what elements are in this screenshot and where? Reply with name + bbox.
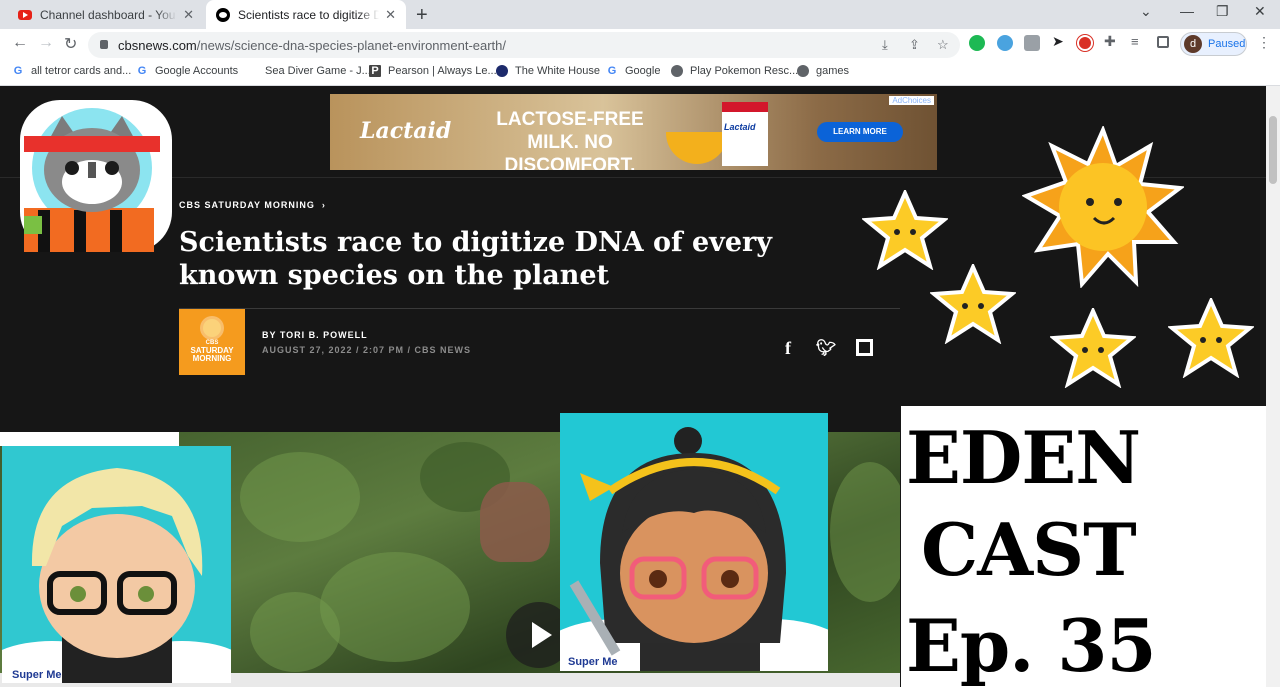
cbs-icon <box>216 7 230 22</box>
video-hand-image <box>480 482 550 562</box>
bookmark-item[interactable]: G Google Accounts <box>136 65 238 77</box>
menu-kebab-icon[interactable]: ⋮ <box>1257 34 1271 51</box>
super-me-watermark: Super Me <box>12 669 62 681</box>
bookmark-item[interactable]: P Pearson | Always Le... <box>369 65 497 77</box>
close-tab-icon[interactable]: ✕ <box>385 7 396 23</box>
bookmark-item[interactable]: Gall tetror cards and... <box>12 65 132 77</box>
youtube-icon <box>18 9 32 20</box>
profile-button[interactable]: d Paused <box>1180 32 1247 56</box>
google-icon: G <box>137 65 147 77</box>
tab-youtube-studio[interactable]: Channel dashboard - YouTube Studio ✕ <box>8 0 204 29</box>
learn-more-button[interactable]: LEARN MORE <box>817 122 903 142</box>
address-bar[interactable]: cbsnews.com/news/science-dna-species-pla… <box>88 32 960 58</box>
bookmarks-bar: Gall tetror cards and... G Google Account… <box>0 60 1280 86</box>
globe-icon <box>797 65 809 77</box>
twitter-share-icon[interactable]: 🐦︎ <box>816 338 836 358</box>
divider <box>179 308 900 309</box>
extension-blue-icon[interactable] <box>997 35 1013 51</box>
blank-icon <box>246 65 258 77</box>
host-avatar-blond: Super Me <box>2 446 231 683</box>
star-sticker <box>1168 298 1254 378</box>
saturday-morning-logo[interactable]: CBS SATURDAY MORNING <box>179 309 245 375</box>
bookmark-star-icon[interactable]: ☆ <box>937 37 949 53</box>
install-icon[interactable]: ⤓ <box>882 37 888 53</box>
bookmark-item[interactable]: Play Pokemon Resc... <box>671 65 798 77</box>
bookmark-item[interactable]: The White House <box>496 65 600 77</box>
back-button[interactable]: ← <box>12 34 28 52</box>
url-text[interactable]: cbsnews.com/news/science-dna-species-pla… <box>118 38 506 53</box>
author-byline[interactable]: BY TORI B. POWELL <box>262 330 368 340</box>
tab-search-icon[interactable]: ⌄ <box>1140 3 1152 20</box>
cat-mascot-sticker <box>20 100 172 252</box>
cursor-icon[interactable]: ➤ <box>1052 33 1068 49</box>
tab-title: Channel dashboard - YouTube Studio <box>40 7 177 22</box>
bookmark-item[interactable]: G Google <box>606 65 661 77</box>
episode-title-card: EDEN CAST Ep. 35 <box>901 406 1266 687</box>
tab-title: Scientists race to digitize DNA of every… <box>238 7 380 22</box>
adchoices-link[interactable]: AdChoices <box>889 96 934 105</box>
host-avatar-glasses: Super Me <box>560 413 828 671</box>
ad-carton-image: Lactaid <box>722 102 768 166</box>
episode-title-line: CAST <box>921 507 1137 592</box>
sun-sticker <box>1022 126 1184 288</box>
reload-button[interactable]: ↻ <box>64 34 77 54</box>
maximize-button[interactable]: ❐ <box>1216 3 1229 20</box>
video-border <box>0 432 179 446</box>
article-headline: Scientists race to digitize DNA of every… <box>179 227 772 291</box>
side-panel-icon[interactable] <box>1157 36 1169 48</box>
whitehouse-icon <box>496 65 508 77</box>
advertisement-banner[interactable]: Lactaid LACTOSE-FREE MILK. NO DISCOMFORT… <box>330 94 937 170</box>
ad-headline: LACTOSE-FREE MILK. NO DISCOMFORT. <box>496 109 644 170</box>
minimize-button[interactable]: — <box>1180 3 1194 19</box>
new-tab-button[interactable]: + <box>416 4 428 27</box>
super-me-watermark: Super Me <box>568 656 618 668</box>
bookmark-item[interactable]: Sea Diver Game - J... <box>246 65 371 77</box>
browser-toolbar: ← → ↻ cbsnews.com/news/science-dna-speci… <box>0 29 1280 60</box>
scrollbar-thumb[interactable] <box>1269 116 1277 184</box>
google-icon: G <box>607 65 617 77</box>
flipboard-share-icon[interactable] <box>856 339 873 356</box>
close-tab-icon[interactable]: ✕ <box>183 7 194 23</box>
ad-brand-logo: Lactaid <box>360 118 452 144</box>
avatar: d <box>1184 35 1202 53</box>
section-kicker-link[interactable]: CBS SATURDAY MORNING › <box>179 200 326 210</box>
article-dateline: AUGUST 27, 2022 / 2:07 PM / CBS NEWS <box>262 345 472 355</box>
profile-status: Paused <box>1208 38 1246 50</box>
media-icon[interactable]: ≡ <box>1131 34 1147 50</box>
extensions-puzzle-icon[interactable]: ✚ <box>1104 33 1120 49</box>
episode-title-line: EDEN <box>906 415 1141 500</box>
tab-strip: Channel dashboard - YouTube Studio ✕ Sci… <box>0 0 1280 29</box>
star-sticker <box>1050 308 1136 388</box>
extension-green-icon[interactable] <box>969 35 985 51</box>
forward-button[interactable]: → <box>38 34 54 52</box>
close-window-button[interactable]: ✕ <box>1254 3 1266 20</box>
pearson-icon: P <box>369 65 381 77</box>
facebook-share-icon[interactable]: f <box>785 338 791 359</box>
vertical-scrollbar[interactable] <box>1266 86 1280 687</box>
sun-logo-icon <box>203 319 221 337</box>
google-icon: G <box>13 65 23 77</box>
camera-icon[interactable] <box>1024 35 1040 51</box>
star-sticker <box>930 264 1016 344</box>
ad-bowl-image <box>666 132 728 164</box>
bookmark-item[interactable]: games <box>797 65 849 77</box>
tab-cbs-news[interactable]: Scientists race to digitize DNA of every… <box>206 0 406 29</box>
share-icon[interactable]: ⇪ <box>909 37 920 53</box>
lock-icon[interactable] <box>100 40 108 49</box>
episode-title-line: Ep. 35 <box>906 603 1157 687</box>
record-icon[interactable] <box>1077 35 1093 51</box>
globe-icon <box>671 65 683 77</box>
star-sticker <box>862 190 948 270</box>
